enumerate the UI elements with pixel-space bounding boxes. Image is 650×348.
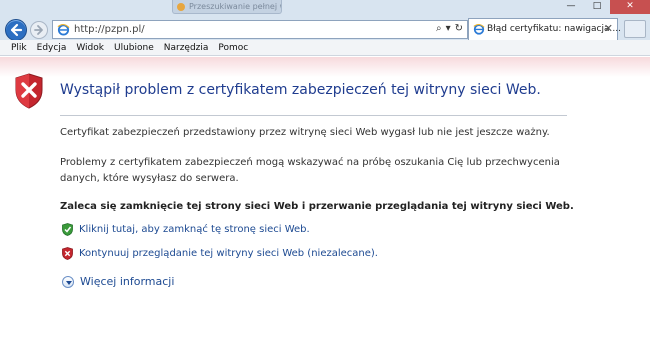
search-icon[interactable]: ⌕ [436, 23, 442, 34]
close-page-link[interactable]: Kliknij tutaj, aby zamknąć tę stronę sie… [62, 223, 310, 236]
tab-certificate-error[interactable]: Błąd certyfikatu: nawigacja ... ✕ [468, 18, 621, 40]
refresh-icon[interactable]: ↻ [455, 23, 463, 34]
menu-item-view[interactable]: Widok [71, 40, 109, 56]
close-page-link-label[interactable]: Kliknij tutaj, aby zamknąć tę stronę sie… [79, 224, 310, 235]
red-shield-x-icon [62, 247, 73, 260]
menu-bar: Plik Edycja Widok Ulubione Narzędzia Pom… [0, 40, 650, 56]
background-tab-label: Przeszukiwanie pełnej wersji [189, 2, 281, 11]
menu-item-file[interactable]: Plik [6, 40, 32, 56]
page-title: Wystąpił problem z certyfikatem zabezpie… [60, 82, 541, 98]
forward-button[interactable] [30, 21, 48, 39]
forward-arrow-icon [34, 25, 43, 35]
window-controls: — □ ✕ [558, 0, 650, 14]
ie-logo-icon [57, 24, 70, 36]
close-window-button[interactable]: ✕ [610, 0, 650, 14]
background-tab[interactable]: Przeszukiwanie pełnej wersji [172, 0, 282, 14]
ie-logo-icon [473, 23, 485, 35]
green-shield-check-icon [62, 223, 73, 236]
warning-gradient-band [0, 57, 650, 77]
cert-problem-explanation: Problemy z certyfikatem zabezpieczeń mog… [60, 157, 560, 184]
chevron-down-icon[interactable]: ▾ [446, 23, 451, 34]
more-info-label[interactable]: Więcej informacji [80, 275, 174, 288]
address-icons: ⌕ ▾ ↻ [436, 23, 463, 34]
expand-chevron-icon [62, 275, 74, 288]
url-text[interactable]: http://pzpn.pl/ [74, 24, 145, 35]
title-bar: Przeszukiwanie pełnej wersji — □ ✕ http:… [0, 0, 650, 41]
address-bar[interactable]: http://pzpn.pl/ ⌕ ▾ ↻ [52, 20, 468, 39]
shield-error-icon [15, 73, 43, 109]
menu-item-edit[interactable]: Edycja [32, 40, 72, 56]
minimize-button[interactable]: — [558, 0, 584, 14]
continue-link[interactable]: Kontynuuj przeglądanie tej witryny sieci… [62, 247, 378, 260]
close-tab-icon[interactable]: ✕ [604, 22, 613, 35]
menu-item-tools[interactable]: Narzędzia [159, 40, 214, 56]
new-tab-button[interactable] [624, 20, 646, 38]
back-button[interactable] [5, 19, 27, 41]
continue-link-label[interactable]: Kontynuuj przeglądanie tej witryny sieci… [79, 248, 378, 259]
divider [60, 115, 567, 116]
back-arrow-icon [10, 23, 23, 37]
favicon-icon [177, 3, 185, 11]
expired-cert-message: Certyfikat zabezpieczeń przedstawiony pr… [60, 127, 550, 138]
tab-label: Błąd certyfikatu: nawigacja ... [487, 24, 621, 34]
more-info-toggle[interactable]: Więcej informacji [62, 275, 174, 288]
menu-item-favorites[interactable]: Ulubione [109, 40, 159, 56]
maximize-button[interactable]: □ [584, 0, 610, 14]
menu-item-help[interactable]: Pomoc [213, 40, 253, 56]
recommendation-text: Zaleca się zamknięcie tej strony sieci W… [60, 201, 574, 212]
